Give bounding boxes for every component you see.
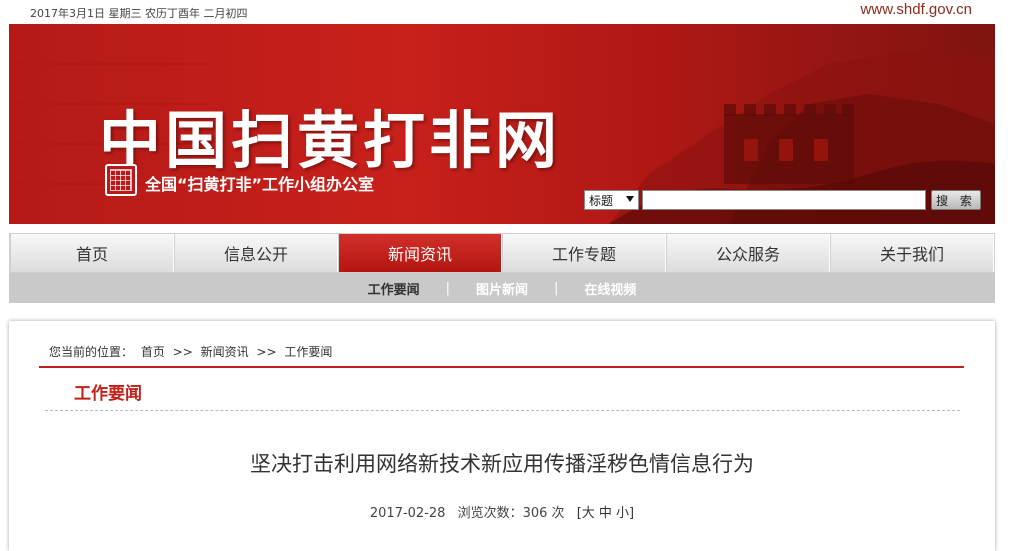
site-title: 中国扫黄打非网 bbox=[99, 104, 562, 177]
main-nav: 首页 信息公开 新闻资讯 工作专题 公众服务 关于我们 bbox=[9, 233, 995, 273]
breadcrumb-separator: >> bbox=[256, 345, 277, 359]
nav-item-public-service[interactable]: 公众服务 bbox=[666, 234, 830, 272]
search-input[interactable] bbox=[642, 190, 926, 210]
sub-nav: 工作要闻 | 图片新闻 | 在线视频 bbox=[9, 273, 995, 303]
article-date: 2017-02-28 bbox=[369, 506, 446, 521]
breadcrumb: 您当前的位置： 首页 >> 新闻资讯 >> 工作要闻 bbox=[49, 343, 336, 360]
breadcrumb-separator: >> bbox=[172, 345, 193, 359]
font-size-links[interactable]: [大 中 小] bbox=[577, 506, 634, 521]
dashed-divider bbox=[45, 410, 960, 411]
nav-item-news[interactable]: 新闻资讯 bbox=[338, 234, 502, 272]
breadcrumb-news-link[interactable]: 新闻资讯 bbox=[201, 345, 249, 359]
article-views: 浏览次数：306 次 bbox=[457, 506, 565, 521]
nav-item-about-us[interactable]: 关于我们 bbox=[830, 234, 994, 272]
office-name: 全国“扫黄打非”工作小组办公室 bbox=[145, 175, 375, 194]
subnav-item-work-news[interactable]: 工作要闻 bbox=[342, 279, 446, 298]
subnav-item-online-video[interactable]: 在线视频 bbox=[558, 279, 662, 298]
seal-icon bbox=[105, 164, 137, 196]
date-text: 2017年3月1日 星期三 农历丁酉年 二月初四 bbox=[30, 7, 248, 20]
site-url: www.shdf.gov.cn bbox=[860, 1, 972, 18]
article-title: 坚决打击利用网络新技术新应用传播淫秽色情信息行为 bbox=[250, 452, 754, 476]
breadcrumb-prefix: 您当前的位置： bbox=[49, 345, 134, 359]
dropdown-caret-icon bbox=[626, 196, 634, 202]
search-type-select[interactable]: 标题 bbox=[584, 190, 639, 210]
subnav-item-photo-news[interactable]: 图片新闻 bbox=[450, 279, 554, 298]
breadcrumb-work-news-link[interactable]: 工作要闻 bbox=[284, 345, 332, 359]
nav-item-info-disclosure[interactable]: 信息公开 bbox=[174, 234, 338, 272]
nav-item-home[interactable]: 首页 bbox=[10, 234, 174, 272]
breadcrumb-home-link[interactable]: 首页 bbox=[141, 345, 165, 359]
article-meta: 2017-02-28 浏览次数：306 次 [大 中 小] bbox=[9, 502, 995, 521]
search-type-value: 标题 bbox=[589, 193, 614, 208]
search-button[interactable]: 搜 索 bbox=[931, 190, 981, 210]
top-bar: 2017年3月1日 星期三 农历丁酉年 二月初四 www.shdf.gov.cn bbox=[0, 0, 1016, 24]
nav-item-special-topics[interactable]: 工作专题 bbox=[502, 234, 666, 272]
content-panel: 您当前的位置： 首页 >> 新闻资讯 >> 工作要闻 工作要闻 坚决打击利用网络… bbox=[9, 321, 995, 551]
section-divider bbox=[39, 366, 964, 368]
section-title: 工作要闻 bbox=[74, 384, 142, 404]
